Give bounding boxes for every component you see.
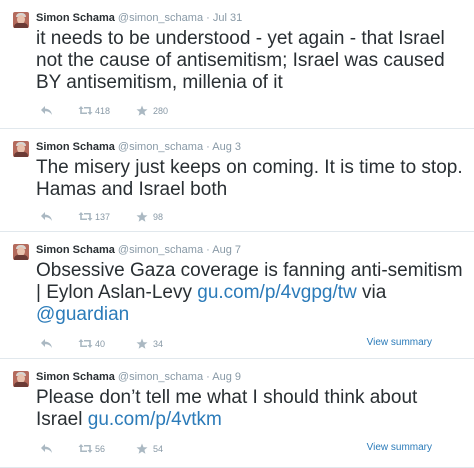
retweet-count: 137 [95,212,111,222]
separator: · [206,12,210,24]
retweet-icon [78,444,93,453]
tweet-text: The misery just keeps on coming. It is t… [36,157,466,201]
star-icon [136,443,148,454]
favorite-count: 54 [153,444,164,454]
tweet-text: Obsessive Gaza coverage is fanning anti-… [36,260,466,326]
retweet-count: 56 [95,444,106,454]
timestamp[interactable]: Jul 31 [213,12,242,24]
author-name[interactable]: Simon Schama [36,141,115,153]
tweet-text: Please don’t tell me what I should think… [36,387,466,431]
separator: · [206,141,210,153]
tweet-text: it needs to be understood - yet again - … [36,28,466,94]
author-handle[interactable]: @simon_schama [118,371,203,383]
author-name[interactable]: Simon Schama [36,371,115,383]
tweet-body: The misery just keeps on coming. It is t… [36,157,463,200]
tweet[interactable]: Simon Schama @simon_schama · Aug 9 Pleas… [0,359,474,468]
timestamp[interactable]: Aug 7 [212,244,241,256]
reply-arrow-icon [41,106,52,115]
separator: · [206,244,210,256]
author-handle[interactable]: @simon_schama [118,12,203,24]
favorite-count: 280 [153,106,169,116]
separator: · [206,371,210,383]
author-handle[interactable]: @simon_schama [118,141,203,153]
tweet-header: Simon Schama @simon_schama · Aug 7 [36,243,241,257]
tweet-url-link[interactable]: gu.com/p/4vtkm [88,409,222,430]
retweet-icon [78,106,93,115]
view-summary-link[interactable]: View summary [367,337,432,348]
author-handle[interactable]: @simon_schama [118,244,203,256]
retweet-icon [78,339,93,348]
favorite-count: 34 [153,339,164,349]
mention-link[interactable]: @guardian [36,304,129,325]
reply-arrow-icon [41,212,52,221]
avatar[interactable] [13,12,29,28]
tweet-url-link[interactable]: gu.com/p/4vgpg/tw [197,282,356,303]
tweet-body-suffix: via [356,282,387,303]
author-name[interactable]: Simon Schama [36,244,115,256]
tweet[interactable]: Simon Schama @simon_schama · Jul 31 it n… [0,0,474,129]
star-icon [136,211,148,222]
timestamp[interactable]: Aug 3 [212,141,241,153]
tweet-header: Simon Schama @simon_schama · Aug 3 [36,140,241,154]
tweet-header: Simon Schama @simon_schama · Jul 31 [36,11,242,25]
tweet[interactable]: Simon Schama @simon_schama · Aug 3 The m… [0,129,474,232]
avatar[interactable] [13,371,29,387]
tweet[interactable]: Simon Schama @simon_schama · Aug 7 Obses… [0,232,474,359]
retweet-count: 40 [95,339,106,349]
reply-arrow-icon [41,444,52,453]
avatar[interactable] [13,244,29,260]
avatar[interactable] [13,141,29,157]
reply-arrow-icon [41,339,52,348]
star-icon [136,338,148,349]
tweet-header: Simon Schama @simon_schama · Aug 9 [36,370,241,384]
timestamp[interactable]: Aug 9 [212,371,241,383]
star-icon [136,105,148,116]
author-name[interactable]: Simon Schama [36,12,115,24]
view-summary-link[interactable]: View summary [367,442,432,453]
favorite-count: 98 [153,212,164,222]
tweet-body: it needs to be understood - yet again - … [36,28,445,93]
retweet-count: 418 [95,106,111,116]
retweet-icon [78,212,93,221]
